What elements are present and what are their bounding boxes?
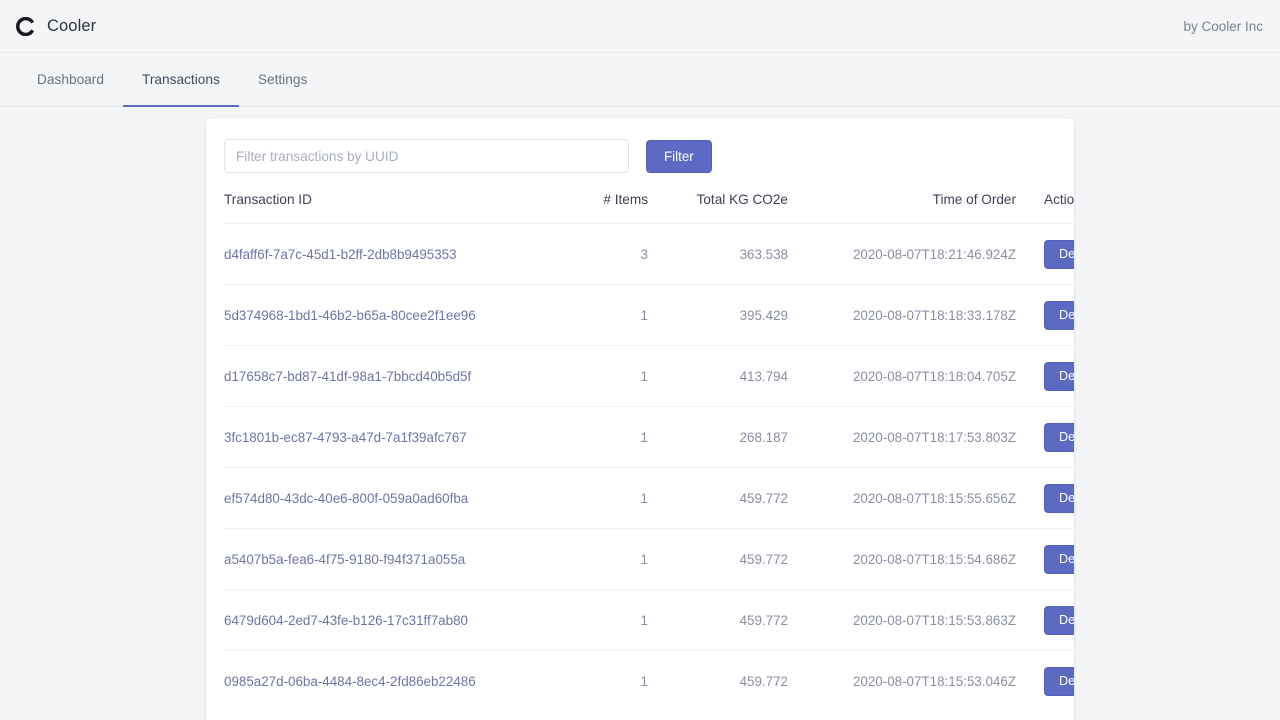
table-row: ef574d80-43dc-40e6-800f-059a0ad60fba1459… [224,468,1074,529]
cell-items: 1 [528,285,648,346]
details-button[interactable]: Details [1044,545,1074,574]
app-header: Cooler by Cooler Inc [0,0,1280,53]
cell-action: Details [1016,346,1074,407]
table-row: d4faff6f-7a7c-45d1-b2ff-2db8b94953533363… [224,224,1074,285]
cell-time-of-order: 2020-08-07T18:15:53.863Z [788,590,1016,651]
details-button[interactable]: Details [1044,362,1074,391]
cell-action: Details [1016,224,1074,285]
cell-transaction-id[interactable]: 5d374968-1bd1-46b2-b65a-80cee2f1ee96 [224,285,528,346]
cell-co2e: 363.538 [648,224,788,285]
column-header-co2e: Total KG CO2e [648,192,788,224]
brand-name: Cooler [47,17,96,36]
cell-items: 1 [528,529,648,590]
column-header-action: Action [1016,192,1074,224]
cell-transaction-id[interactable]: 0985a27d-06ba-4484-8ec4-2fd86eb22486 [224,651,528,712]
cell-transaction-id[interactable]: d17658c7-bd87-41df-98a1-7bbcd40b5d5f [224,346,528,407]
table-row: d17658c7-bd87-41df-98a1-7bbcd40b5d5f1413… [224,346,1074,407]
cell-transaction-id[interactable]: 6479d604-2ed7-43fe-b126-17c31ff7ab80 [224,590,528,651]
cell-items: 1 [528,407,648,468]
details-button[interactable]: Details [1044,667,1074,696]
cell-items: 1 [528,468,648,529]
cell-time-of-order: 2020-08-07T18:21:46.924Z [788,224,1016,285]
transactions-table: Transaction ID # Items Total KG CO2e Tim… [224,192,1074,712]
brand[interactable]: Cooler [16,17,96,36]
cell-action: Details [1016,407,1074,468]
column-header-transaction-id: Transaction ID [224,192,528,224]
tab-transactions[interactable]: Transactions [123,54,239,107]
cell-transaction-id[interactable]: 3fc1801b-ec87-4793-a47d-7a1f39afc767 [224,407,528,468]
column-header-time-of-order: Time of Order [788,192,1016,224]
table-row: 5d374968-1bd1-46b2-b65a-80cee2f1ee961395… [224,285,1074,346]
tab-dashboard[interactable]: Dashboard [18,54,123,107]
cell-action: Details [1016,651,1074,712]
cell-action: Details [1016,590,1074,651]
cell-co2e: 459.772 [648,590,788,651]
cell-items: 1 [528,346,648,407]
filter-bar: Filter [224,118,1056,192]
filter-button[interactable]: Filter [646,140,712,173]
cell-co2e: 459.772 [648,529,788,590]
tab-settings[interactable]: Settings [239,54,326,107]
table-body: d4faff6f-7a7c-45d1-b2ff-2db8b94953533363… [224,224,1074,712]
cell-action: Details [1016,468,1074,529]
table-row: a5407b5a-fea6-4f75-9180-f94f371a055a1459… [224,529,1074,590]
table-row: 3fc1801b-ec87-4793-a47d-7a1f39afc7671268… [224,407,1074,468]
cell-co2e: 459.772 [648,651,788,712]
cell-time-of-order: 2020-08-07T18:15:53.046Z [788,651,1016,712]
details-button[interactable]: Details [1044,484,1074,513]
cell-co2e: 459.772 [648,468,788,529]
cell-transaction-id[interactable]: d4faff6f-7a7c-45d1-b2ff-2db8b9495353 [224,224,528,285]
cell-co2e: 395.429 [648,285,788,346]
attribution-label: by Cooler Inc [1183,19,1264,34]
details-button[interactable]: Details [1044,301,1074,330]
cell-transaction-id[interactable]: ef574d80-43dc-40e6-800f-059a0ad60fba [224,468,528,529]
filter-uuid-input[interactable] [224,139,629,173]
cell-transaction-id[interactable]: a5407b5a-fea6-4f75-9180-f94f371a055a [224,529,528,590]
cell-time-of-order: 2020-08-07T18:18:04.705Z [788,346,1016,407]
details-button[interactable]: Details [1044,423,1074,452]
cell-time-of-order: 2020-08-07T18:18:33.178Z [788,285,1016,346]
cell-items: 1 [528,590,648,651]
table-header: Transaction ID # Items Total KG CO2e Tim… [224,192,1074,224]
transactions-card: Filter Transaction ID # Items Total KG C… [206,118,1074,720]
cell-co2e: 413.794 [648,346,788,407]
cooler-c-logo-icon [16,17,35,36]
cell-time-of-order: 2020-08-07T18:15:55.656Z [788,468,1016,529]
cell-time-of-order: 2020-08-07T18:17:53.803Z [788,407,1016,468]
details-button[interactable]: Details [1044,240,1074,269]
cell-co2e: 268.187 [648,407,788,468]
cell-time-of-order: 2020-08-07T18:15:54.686Z [788,529,1016,590]
page-body: Filter Transaction ID # Items Total KG C… [0,107,1280,720]
cell-action: Details [1016,285,1074,346]
cell-items: 1 [528,651,648,712]
table-row: 6479d604-2ed7-43fe-b126-17c31ff7ab801459… [224,590,1074,651]
cell-action: Details [1016,529,1074,590]
main-nav: Dashboard Transactions Settings [0,53,1280,107]
cell-items: 3 [528,224,648,285]
column-header-items: # Items [528,192,648,224]
details-button[interactable]: Details [1044,606,1074,635]
table-row: 0985a27d-06ba-4484-8ec4-2fd86eb224861459… [224,651,1074,712]
